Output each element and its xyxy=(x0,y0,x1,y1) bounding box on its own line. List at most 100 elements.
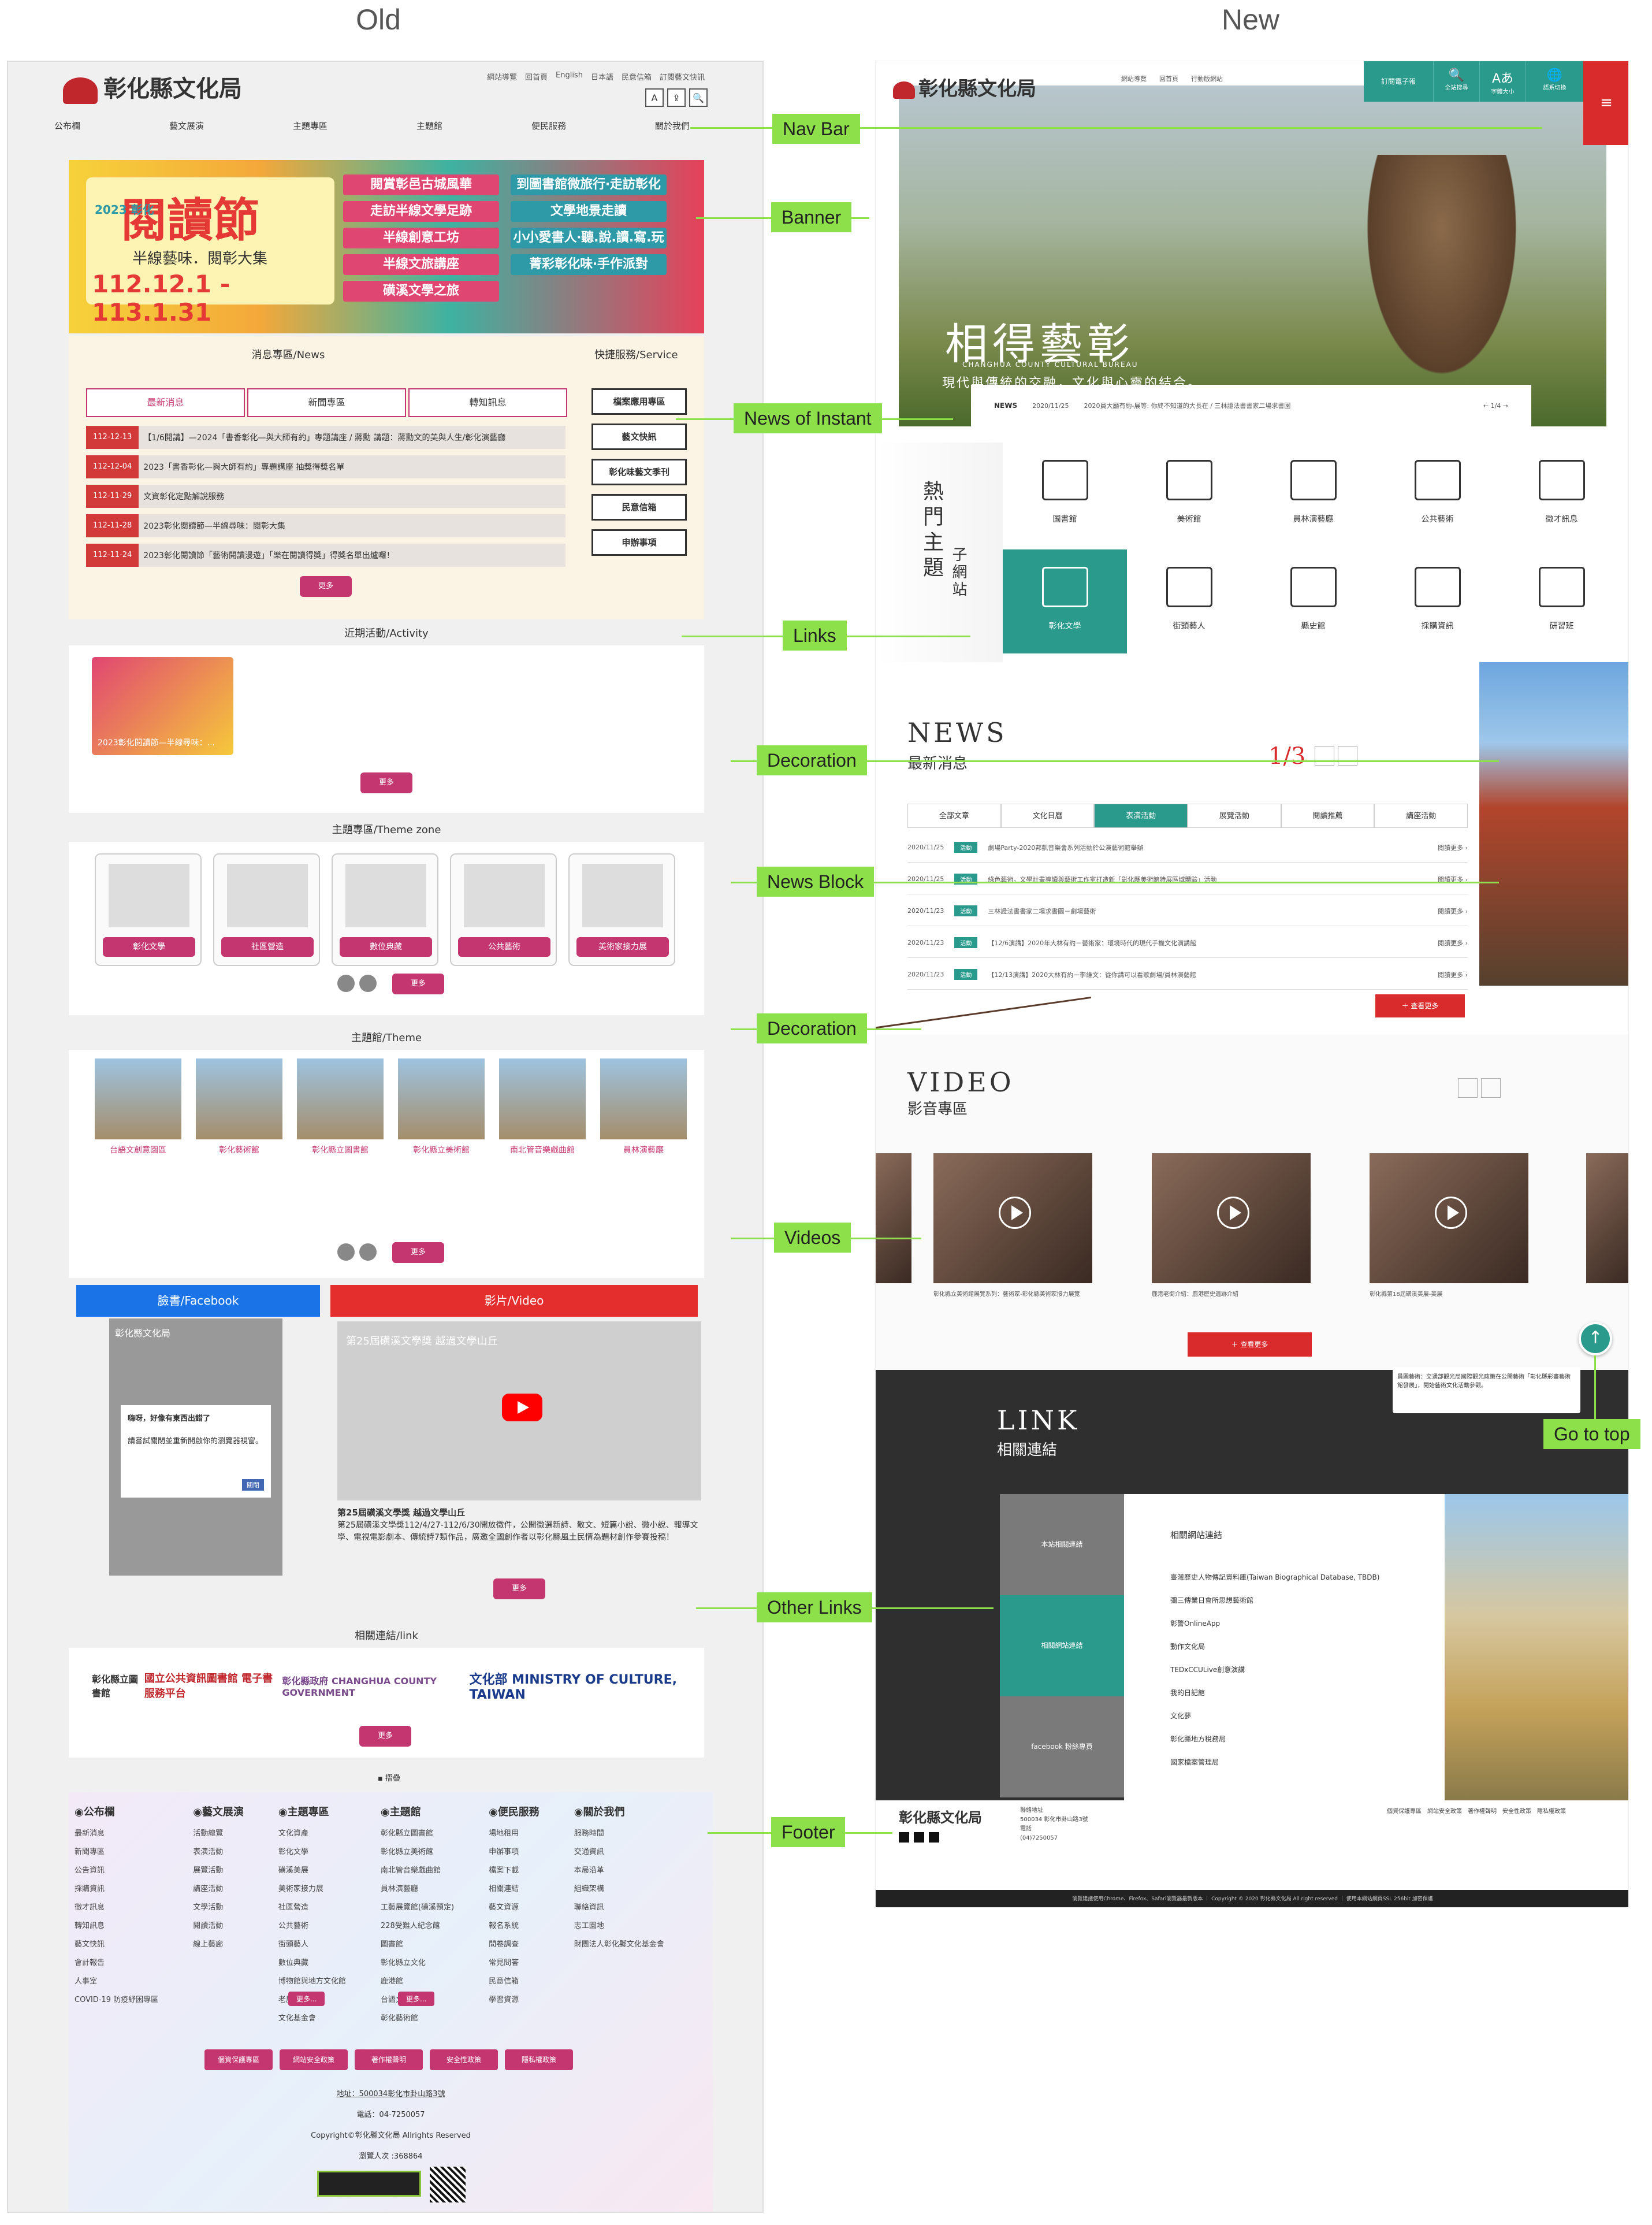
hot-link-public-art[interactable]: 公共藝術 xyxy=(1375,443,1500,547)
hot-link-procurement[interactable]: 採購資訊 xyxy=(1375,549,1500,653)
policy-button[interactable]: 安全性政策 xyxy=(430,2049,498,2070)
theme-zone-card[interactable]: 彰化文學 xyxy=(95,853,202,966)
tab-calendar[interactable]: 文化日曆 xyxy=(1000,804,1095,828)
facebook-icon[interactable] xyxy=(899,1832,909,1843)
news-ticker[interactable]: NEWS 2020/11/25 2020員大廳有約-展等: 你終不知道的大長在 … xyxy=(971,385,1531,426)
service-button[interactable]: 檔案應用專區 xyxy=(591,388,687,415)
video-player[interactable]: 第25屆磺溪文學獎 越過文學山丘 xyxy=(337,1321,701,1500)
go-to-top-button[interactable]: ↑ xyxy=(1579,1322,1612,1355)
next-arrow-icon[interactable] xyxy=(1338,746,1357,766)
related-link[interactable]: 彰化縣地方稅務局 xyxy=(1170,1734,1226,1744)
service-button[interactable]: 彰化味藝文季刊 xyxy=(591,459,687,485)
util-link[interactable]: 回首頁 xyxy=(1159,74,1178,83)
nav-item[interactable]: 主題館 xyxy=(416,120,442,132)
footer-logo[interactable]: 彰化縣文化局 xyxy=(899,1806,982,1826)
search-icon[interactable]: 🔍 xyxy=(689,88,708,107)
policy-button[interactable]: 個資保護專區 xyxy=(204,2049,273,2070)
related-link[interactable]: 我的日記館 xyxy=(1170,1688,1205,1697)
related-link[interactable]: 動作文化局 xyxy=(1170,1641,1205,1651)
theme-zone-card[interactable]: 美術家接力展 xyxy=(568,853,675,966)
theme-zone-card[interactable]: 公共藝術 xyxy=(450,853,557,966)
related-link[interactable]: 臺灣歷史人物傳記資料庫(Taiwan Biographical Database… xyxy=(1170,1572,1379,1582)
util-link-sitemap[interactable]: 網站導覽 xyxy=(487,71,517,82)
next-dot[interactable] xyxy=(359,1243,377,1261)
footer-more-button[interactable]: 更多... xyxy=(288,1992,325,2006)
tab-facebook[interactable]: facebook 粉絲專頁 xyxy=(1000,1696,1124,1797)
util-link-home[interactable]: 回首頁 xyxy=(525,71,548,82)
hot-link-literature[interactable]: 彰化文學 xyxy=(1003,549,1127,653)
table-row[interactable]: 2020/11/23 活動 【12/6演講】2020年大林有約－藝術家：環境時代的現… xyxy=(907,928,1468,958)
related-link[interactable]: 國家檔案管理局 xyxy=(1170,1757,1219,1767)
tab-lecture[interactable]: 講座活動 xyxy=(1374,804,1468,828)
tab-latest[interactable]: 最新消息 xyxy=(86,388,245,417)
activity-more-button[interactable]: 更多 xyxy=(360,772,412,793)
hot-link-jobs[interactable]: 徵才訊息 xyxy=(1500,443,1624,547)
video-card[interactable] xyxy=(933,1153,1092,1283)
facebook-widget[interactable]: 彰化縣文化局 嗨呀，好像有東西出錯了 請嘗試關閉並重新開啟你的瀏覽器視窗。 關閉 xyxy=(109,1318,282,1576)
tab-all[interactable]: 全部文章 xyxy=(907,804,1001,828)
tab-press[interactable]: 新聞專區 xyxy=(247,388,406,417)
prev-dot[interactable] xyxy=(337,975,355,992)
theme-photo-card[interactable]: 彰化縣立圖書館 xyxy=(297,1058,384,1156)
share-icon[interactable]: ⇪ xyxy=(667,88,686,107)
list-item[interactable]: 112-11-29 文資彰化定點解說服務 xyxy=(86,485,565,508)
nav-item[interactable]: 主題專區 xyxy=(293,120,328,132)
theme-photo-card[interactable]: 南北管音樂戲曲館 xyxy=(499,1058,586,1156)
theme-more-button[interactable]: 更多 xyxy=(392,1242,444,1263)
prev-arrow-icon[interactable] xyxy=(1315,746,1334,766)
old-banner[interactable]: 閱讀節 2023 彰化 半線藝味．閱彰大集 112.12.1 - 113.1.3… xyxy=(69,160,704,333)
nav-item[interactable]: 關於我們 xyxy=(655,120,690,132)
tab-site-links[interactable]: 本站相關連結 xyxy=(1000,1494,1124,1595)
hot-link-museum[interactable]: 美術館 xyxy=(1127,443,1251,547)
theme-photo-card[interactable]: 員林演藝廳 xyxy=(600,1058,687,1156)
close-button[interactable]: 關閉 xyxy=(242,1479,264,1491)
util-link-japanese[interactable]: 日本語 xyxy=(591,71,613,82)
ticker-pager[interactable]: ← 1/4 → xyxy=(1483,402,1508,410)
activity-card[interactable]: 2023彰化閱讀節—半線尋味：... xyxy=(92,657,233,755)
play-icon[interactable] xyxy=(999,1197,1031,1229)
links-more-button[interactable]: 更多 xyxy=(359,1726,411,1747)
tab-reading[interactable]: 閱讀推薦 xyxy=(1281,804,1375,828)
subscribe-button[interactable]: 訂閱電子報 xyxy=(1364,61,1433,102)
util-link[interactable]: 行動版網站 xyxy=(1191,74,1223,83)
tab-exhibition[interactable]: 展覽活動 xyxy=(1188,804,1281,828)
play-icon[interactable] xyxy=(1435,1197,1467,1229)
partner-logo[interactable]: 文化部 MINISTRY OF CULTURE, TAIWAN xyxy=(470,1669,687,1702)
related-link[interactable]: 文化夢 xyxy=(1170,1711,1191,1721)
video-card[interactable] xyxy=(1152,1153,1311,1283)
table-row[interactable]: 2020/11/23 活動 三林證法書書家二場求書園－劇場藝術 閱讀更多 › xyxy=(907,896,1468,926)
nav-item[interactable]: 公布欄 xyxy=(54,120,80,132)
youtube-play-icon[interactable] xyxy=(502,1394,542,1421)
hot-link-street-artist[interactable]: 街頭藝人 xyxy=(1127,549,1251,653)
youtube-icon[interactable] xyxy=(914,1832,924,1843)
theme-photo-card[interactable]: 彰化藝術館 xyxy=(196,1058,282,1156)
language-icon[interactable]: 🌐 語系切換 xyxy=(1526,61,1583,102)
policy-button[interactable]: 網站安全政策 xyxy=(280,2049,348,2070)
hot-link-theatre[interactable]: 員林演藝廳 xyxy=(1251,443,1375,547)
util-link[interactable]: 網站導覽 xyxy=(1121,74,1147,83)
old-logo[interactable]: 彰化縣文化局 xyxy=(63,70,242,104)
hot-link-history[interactable]: 縣史館 xyxy=(1251,549,1375,653)
play-icon[interactable] xyxy=(1217,1197,1249,1229)
new-logo[interactable]: 彰化縣文化局 xyxy=(893,73,1036,101)
theme-zone-card[interactable]: 數位典藏 xyxy=(332,853,438,966)
video-card[interactable] xyxy=(1586,1153,1628,1283)
util-link-english[interactable]: English xyxy=(556,71,583,82)
footer-more-button[interactable]: 更多... xyxy=(398,1992,435,2006)
list-item[interactable]: 112-12-04 2023「書香彰化—與大師有約」專題講座 抽獎得獎名單 xyxy=(86,455,565,478)
theme-photo-card[interactable]: 彰化縣立美術館 xyxy=(398,1058,485,1156)
theme-photo-card[interactable]: 台語文創意園區 xyxy=(95,1058,181,1156)
hot-link-library[interactable]: 圖書館 xyxy=(1003,443,1127,547)
next-dot[interactable] xyxy=(359,975,377,992)
prev-dot[interactable] xyxy=(337,1243,355,1261)
table-row[interactable]: 2020/11/25 活動 綠色藝術，文學計畫導讀與藝術工作室打造新「彰化縣美術館特… xyxy=(907,864,1468,894)
video-card[interactable] xyxy=(1370,1153,1528,1283)
related-link[interactable]: TEDxCCULive創意演講 xyxy=(1170,1665,1245,1674)
theme-zone-card[interactable]: 社區營造 xyxy=(213,853,320,966)
nav-item[interactable]: 藝文展演 xyxy=(169,120,204,132)
list-item[interactable]: 112-12-13 【1/6開講】—2024「書香彰化—與大師有約」專題講座 / … xyxy=(86,426,565,449)
tab-forward[interactable]: 轉知訊息 xyxy=(408,388,567,417)
table-row[interactable]: 2020/11/25 活動 劇場Party-2020邦凱音樂會系列活動於公演藝術館舉… xyxy=(907,833,1468,863)
footer-toggle[interactable]: ▪ 摺疊 xyxy=(378,1772,400,1783)
news-more-button[interactable]: 更多 xyxy=(300,576,352,597)
